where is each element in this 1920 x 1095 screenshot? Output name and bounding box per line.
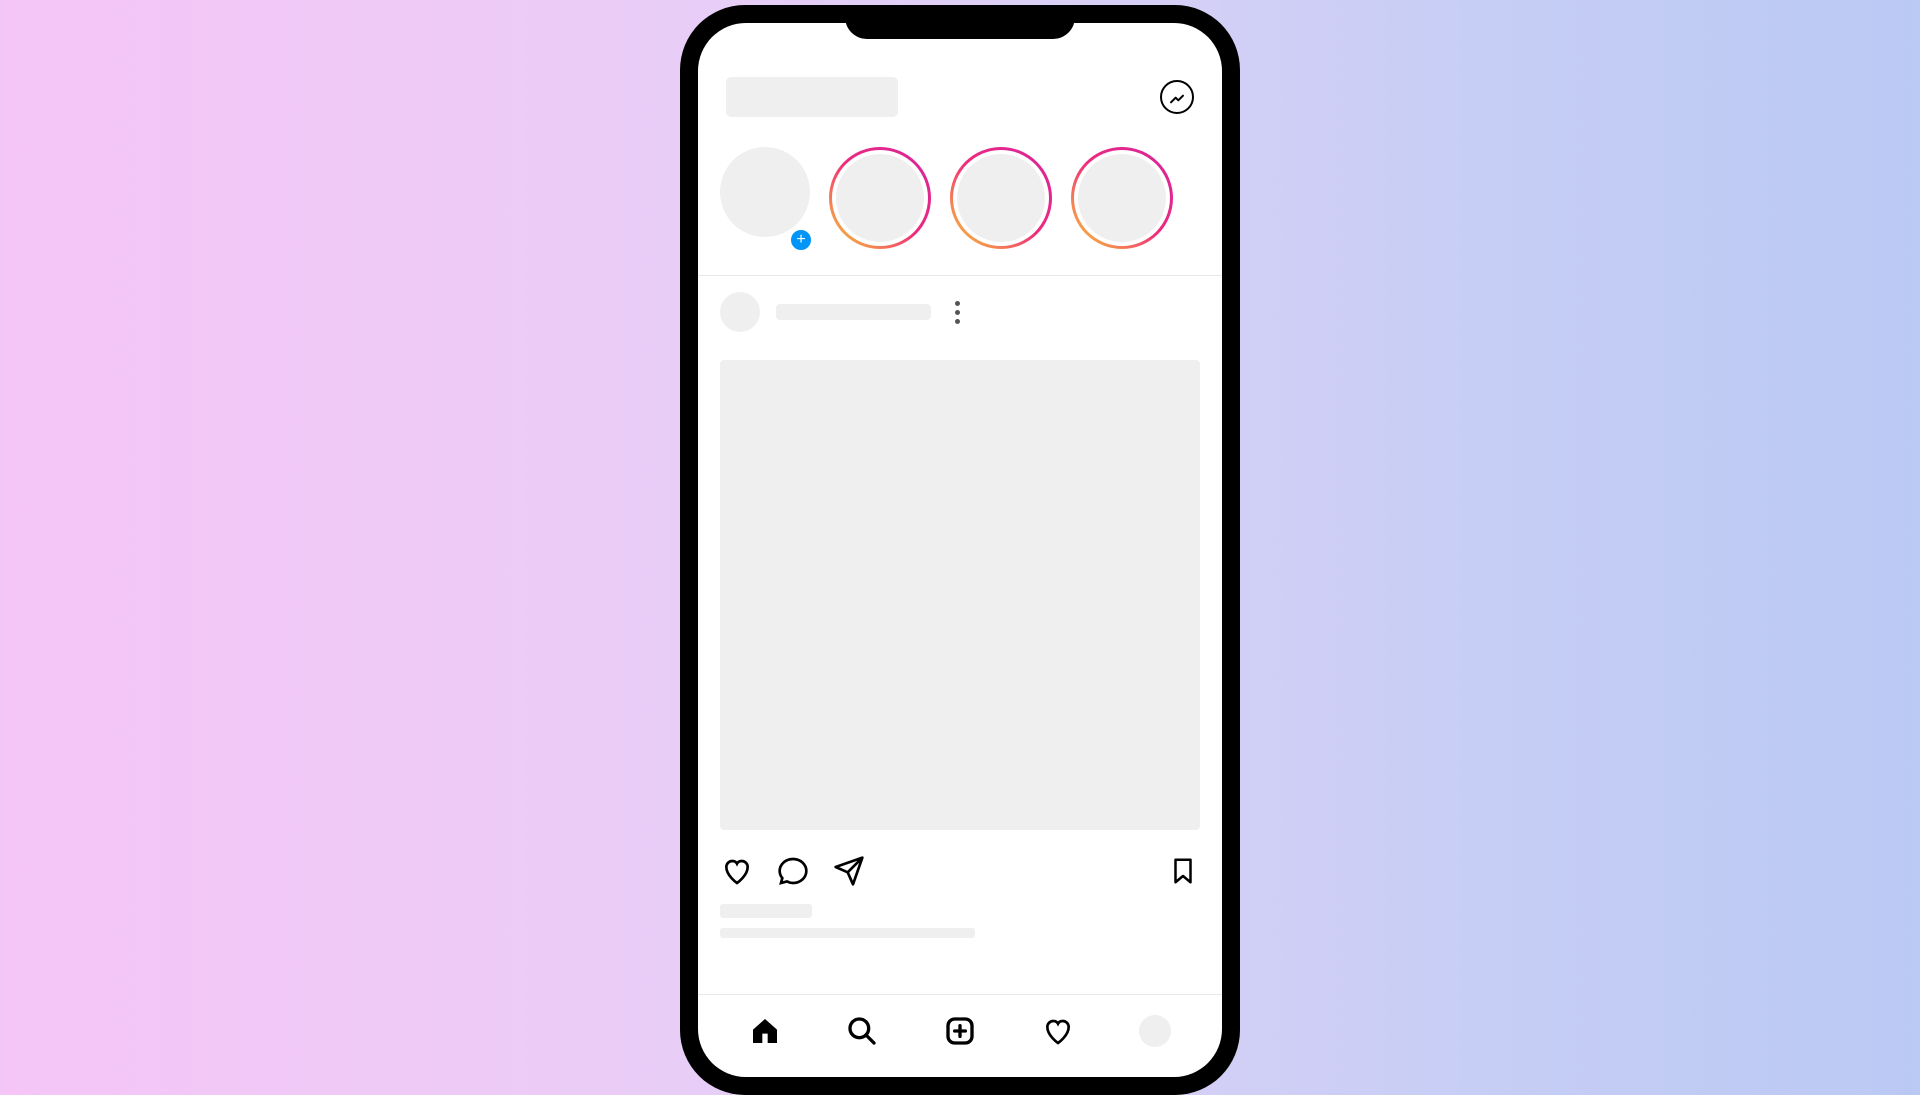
- nav-profile[interactable]: [1137, 1013, 1173, 1049]
- phone-notch: [845, 5, 1075, 39]
- post-actions: [698, 830, 1222, 900]
- post-caption-placeholder: [720, 928, 975, 938]
- bottom-nav: [698, 994, 1222, 1077]
- send-icon: [833, 855, 865, 887]
- plus-icon: +: [796, 232, 805, 248]
- search-icon: [846, 1015, 878, 1047]
- nav-search[interactable]: [844, 1013, 880, 1049]
- bookmark-icon: [1168, 856, 1198, 886]
- story-avatar: [957, 154, 1045, 242]
- app-logo-placeholder[interactable]: [726, 77, 898, 117]
- messenger-icon: [1169, 89, 1185, 105]
- phone-screen: +: [698, 23, 1222, 1077]
- post-header: [698, 276, 1222, 348]
- profile-avatar: [1139, 1015, 1171, 1047]
- bookmark-button[interactable]: [1166, 854, 1200, 888]
- comment-icon: [777, 855, 809, 887]
- story-avatar: [1078, 154, 1166, 242]
- nav-activity[interactable]: [1040, 1013, 1076, 1049]
- create-icon: [944, 1015, 976, 1047]
- phone-frame: +: [680, 5, 1240, 1095]
- post-likes-placeholder: [720, 904, 812, 918]
- post-more-button[interactable]: [947, 301, 967, 324]
- story-item[interactable]: [950, 147, 1052, 249]
- like-button[interactable]: [720, 854, 754, 888]
- feed-post: [698, 276, 1222, 994]
- story-ring: [950, 147, 1052, 249]
- messenger-button[interactable]: [1160, 80, 1194, 114]
- home-icon: [749, 1015, 781, 1047]
- story-ring: [829, 147, 931, 249]
- your-story[interactable]: +: [720, 147, 810, 249]
- comment-button[interactable]: [776, 854, 810, 888]
- more-icon: [955, 301, 960, 306]
- story-avatar: [836, 154, 924, 242]
- heart-icon: [1042, 1015, 1074, 1047]
- your-story-avatar: [720, 147, 810, 237]
- story-item[interactable]: [829, 147, 931, 249]
- heart-icon: [721, 855, 753, 887]
- post-username-placeholder[interactable]: [776, 304, 931, 320]
- story-item[interactable]: [1071, 147, 1173, 249]
- stories-row: +: [698, 129, 1222, 276]
- post-author-avatar[interactable]: [720, 292, 760, 332]
- post-meta: [698, 900, 1222, 942]
- nav-home[interactable]: [747, 1013, 783, 1049]
- share-button[interactable]: [832, 854, 866, 888]
- post-image-placeholder[interactable]: [720, 360, 1200, 830]
- nav-create[interactable]: [942, 1013, 978, 1049]
- story-ring: [1071, 147, 1173, 249]
- add-story-badge[interactable]: +: [788, 227, 814, 253]
